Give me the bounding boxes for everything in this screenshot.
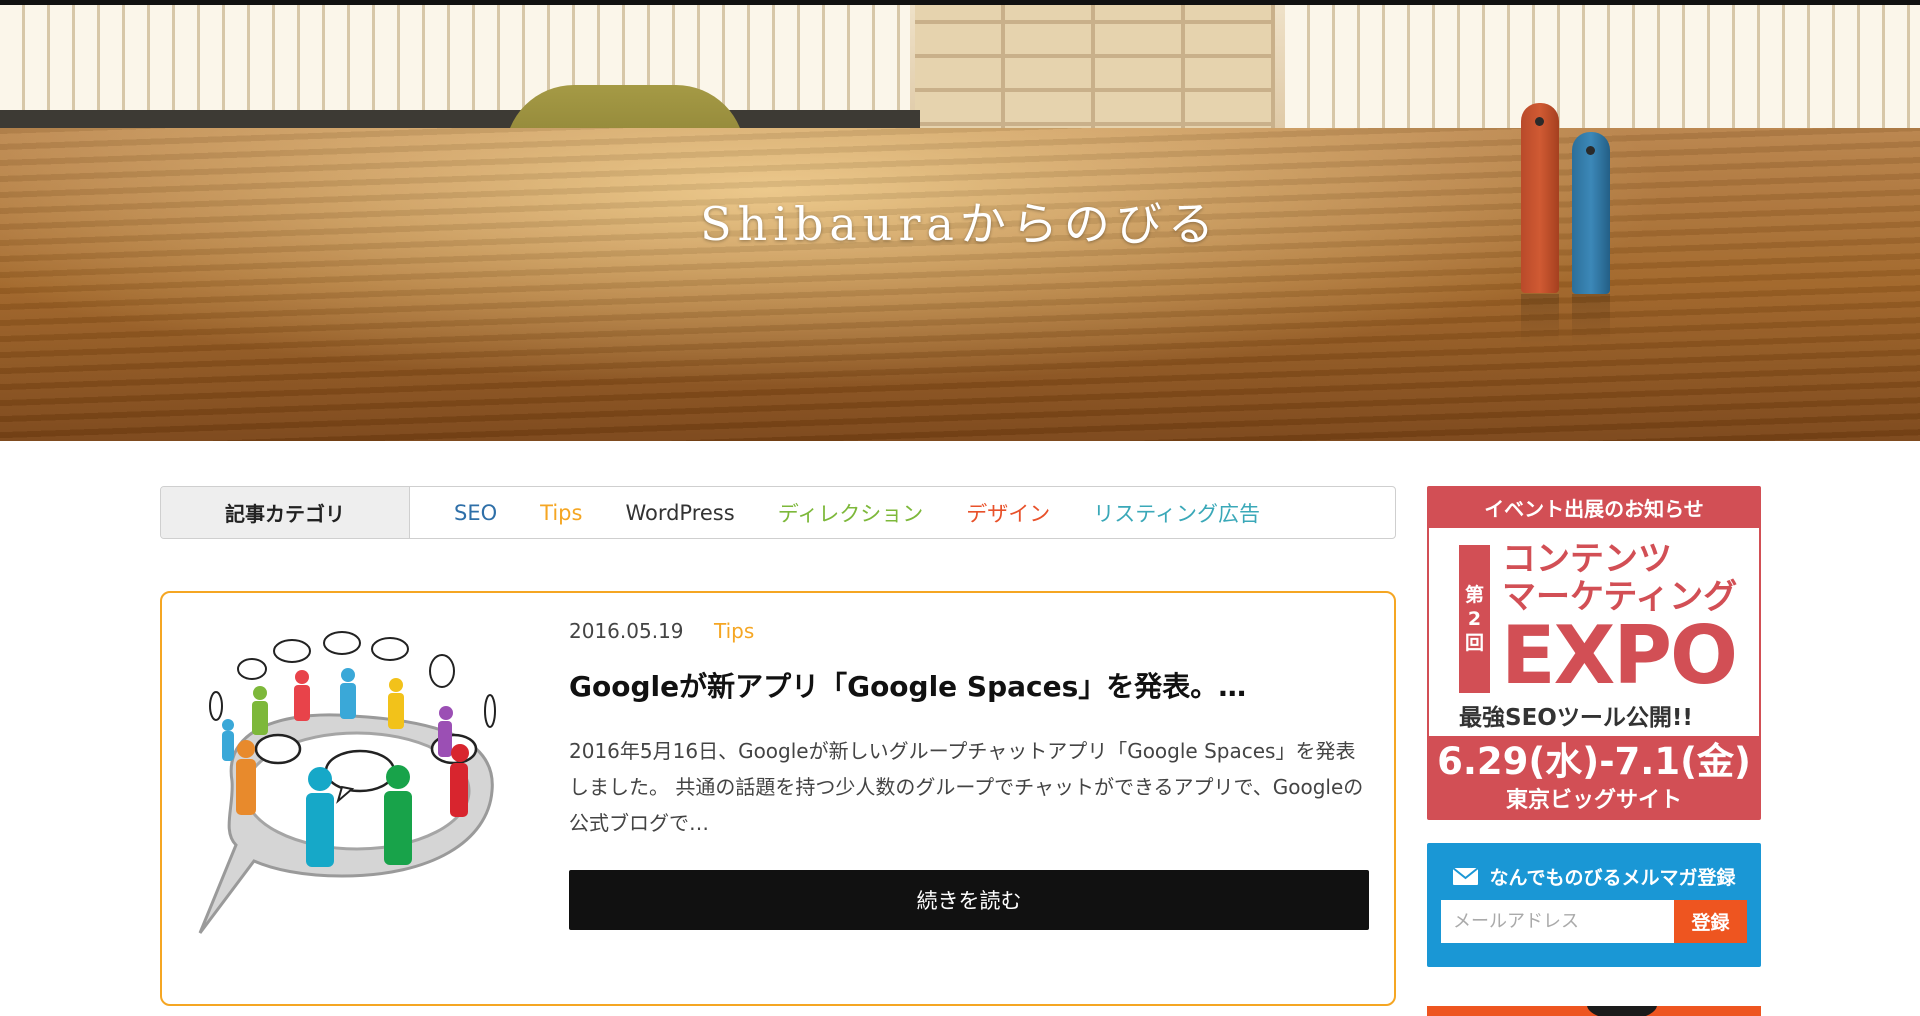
event-banner[interactable]: イベント出展のお知らせ 第 2 回 コンテンツ マーケティング EXPO 最強S… [1427,486,1761,820]
hero-wooden-table [0,128,1920,441]
email-field[interactable] [1441,900,1674,943]
article-card: 2016.05.19 Tips Googleが新アプリ「Google Space… [160,591,1396,1006]
sidebar-profile-promo[interactable] [1427,1006,1761,1016]
event-ordinal: 第 2 回 [1459,545,1490,693]
hero-banner: Shibauraからのびる [0,0,1920,441]
hero-top-border [0,0,1920,5]
event-dates: 6.29(水)-7.1(金) [1437,740,1751,783]
article-category-tag[interactable]: Tips [714,619,754,643]
category-link-direction[interactable]: ディレクション [778,498,924,528]
newsletter-signup: なんでものびるメルマガ登録 登録 [1427,843,1761,967]
group-chat-bubble-icon[interactable] [192,631,512,951]
event-name: コンテンツ マーケティング [1502,539,1738,617]
article-title[interactable]: Googleが新アプリ「Google Spaces」を発表。… [569,665,1369,705]
article-excerpt: 2016年5月16日、Googleが新しいグループチャットアプリ「Google … [569,739,1364,835]
hero-blue-figure-reflection [1572,294,1610,344]
site-title[interactable]: Shibauraからのびる [0,188,1920,254]
event-banner-body: 第 2 回 コンテンツ マーケティング EXPO 最強SEOツール公開!! [1429,528,1759,736]
subscribe-button[interactable]: 登録 [1674,900,1747,943]
mail-icon [1452,867,1480,885]
category-link-wordpress[interactable]: WordPress [625,501,734,525]
article-date: 2016.05.19 [569,619,684,643]
event-banner-header: イベント出展のお知らせ [1484,496,1704,521]
category-links: SEO Tips WordPress ディレクション デザイン リスティング広告 [410,498,1303,528]
category-link-listing-ads[interactable]: リスティング広告 [1093,498,1260,528]
read-more-button[interactable]: 続きを読む [569,870,1369,930]
category-link-design[interactable]: デザイン [966,498,1050,528]
event-expo-text: EXPO [1501,609,1738,702]
event-tagline: 最強SEOツール公開!! [1459,705,1693,731]
category-nav-label: 記事カテゴリ [161,487,410,538]
profile-photo [1587,1006,1657,1016]
category-nav: 記事カテゴリ SEO Tips WordPress ディレクション デザイン リ… [160,486,1396,539]
hero-red-figure-reflection [1521,294,1559,344]
category-link-tips[interactable]: Tips [540,501,582,525]
category-link-seo[interactable]: SEO [454,501,497,525]
newsletter-header: なんでものびるメルマガ登録 [1439,863,1749,890]
newsletter-title: なんでものびるメルマガ登録 [1489,867,1736,889]
event-venue: 東京ビッグサイト [1505,788,1682,813]
